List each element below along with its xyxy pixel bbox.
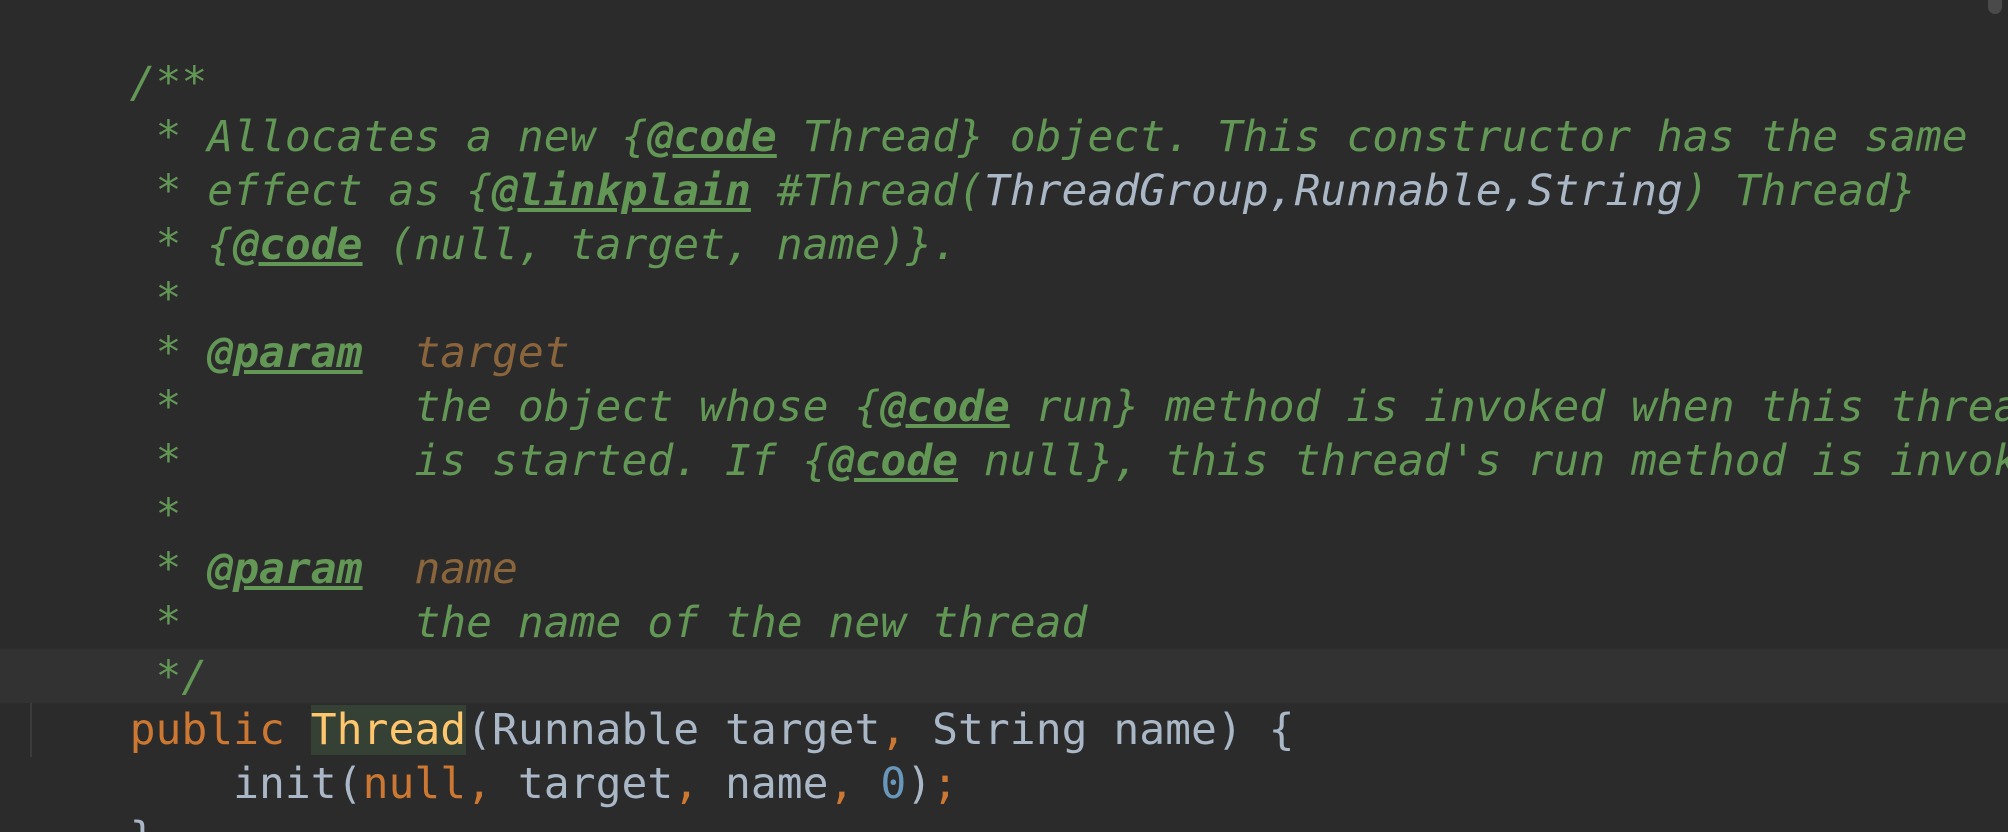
code-text: String name) { (906, 705, 1295, 755)
code-line-15[interactable]: } (26, 757, 156, 832)
code-text: init( (129, 759, 363, 809)
number-literal: 0 (880, 759, 907, 809)
code-line-7[interactable]: * the object whose {@code run} method is… (26, 326, 2008, 432)
comma: , (673, 759, 700, 809)
doc-comment-text: (null, target, name)}. (362, 220, 959, 270)
code-line-11[interactable]: * the name of the new thread (26, 542, 1087, 648)
code-line-14[interactable]: init(null, target, name, 0); (26, 703, 958, 809)
code-line-1[interactable]: /** (26, 2, 208, 108)
code-editor[interactable]: /** * Allocates a new {@code Thread} obj… (0, 0, 2008, 832)
code-text: name (699, 759, 829, 809)
comma: , (466, 759, 493, 809)
code-text: ) (906, 759, 933, 809)
code-line-4[interactable]: * {@code (null, target, name)}. (26, 164, 958, 270)
doc-comment-text: * the name of the new thread (129, 598, 1088, 648)
code-line-3[interactable]: * effect as {@linkplain #Thread(ThreadGr… (26, 110, 1915, 216)
closing-brace: } (130, 813, 156, 832)
code-text: target (492, 759, 674, 809)
code-line-6[interactable]: * @param target (26, 272, 569, 378)
doc-comment-text: null}, this thread's run method is invok… (958, 436, 2008, 486)
code-line-9[interactable]: * (26, 434, 181, 540)
doc-comment-text: * is started. If { (129, 436, 829, 486)
doc-reference: ThreadGroup,Runnable,String (983, 166, 1683, 216)
code-line-5[interactable]: * (26, 218, 181, 324)
code-line-2[interactable]: * Allocates a new {@code Thread} object.… (26, 56, 1967, 162)
code-line-10[interactable]: * @param name (26, 488, 517, 594)
comma: , (828, 759, 855, 809)
doc-tag: @code (233, 220, 363, 270)
keyword: null (362, 759, 467, 809)
code-line-13[interactable]: public Thread(Runnable target, String na… (26, 649, 1295, 755)
code-line-12[interactable]: */ (26, 596, 207, 702)
doc-tag: @code (828, 436, 958, 486)
code-line-8[interactable]: * is started. If {@code null}, this thre… (26, 380, 2008, 486)
scrollbar-thumb[interactable] (1988, 0, 2002, 14)
doc-comment-text: ) Thread} (1682, 166, 1916, 216)
semicolon: ; (932, 759, 959, 809)
